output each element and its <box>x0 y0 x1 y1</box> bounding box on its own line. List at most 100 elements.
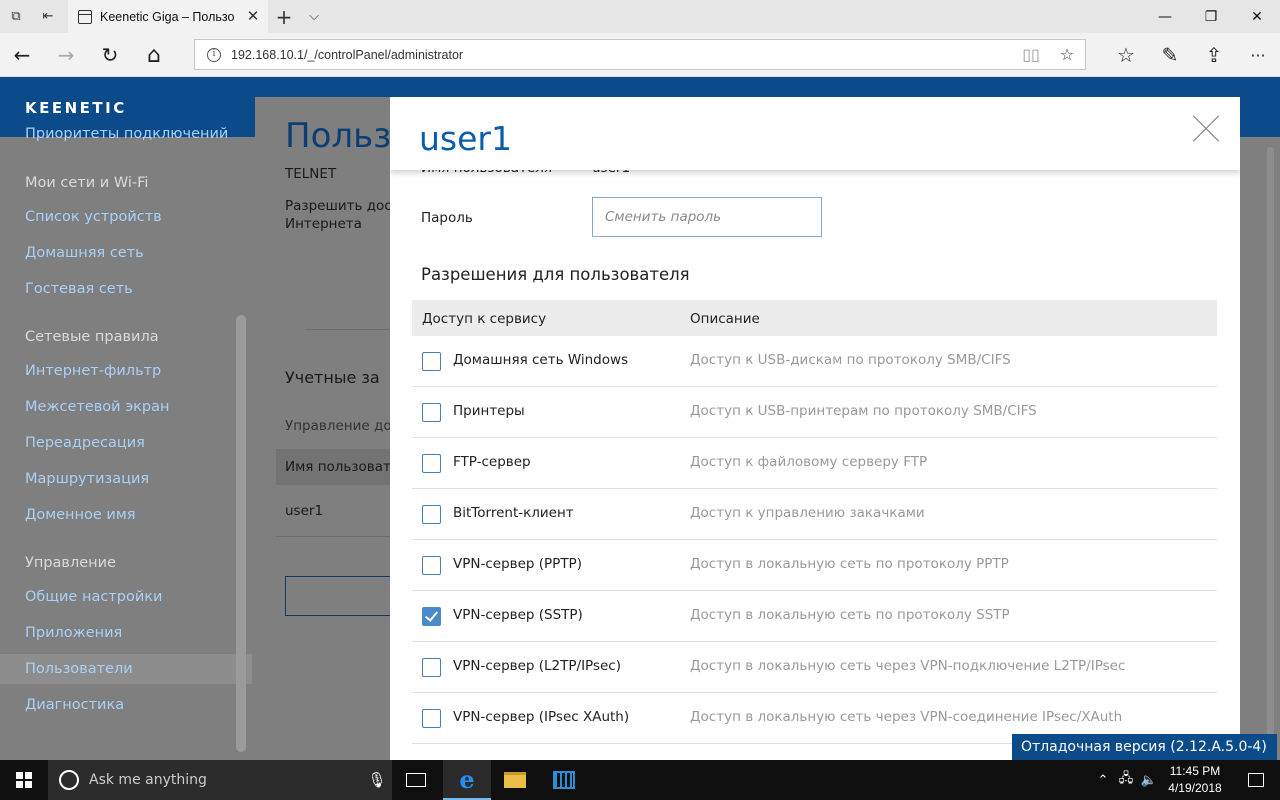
browser-tab-active[interactable]: Keenetic Giga – Пользо ✕ <box>68 0 268 33</box>
background-col-username: Имя пользоват <box>285 459 391 475</box>
service-name: Домашняя сеть Windows <box>453 352 629 368</box>
service-name: FTP-сервер <box>453 454 531 470</box>
taskbar-edge-app[interactable]: e <box>443 760 491 800</box>
permissions-table-header: Доступ к сервису Описание <box>412 300 1217 336</box>
favorites-hub-icon[interactable]: ☆ <box>1104 33 1148 77</box>
action-center-button[interactable] <box>1236 760 1276 800</box>
volume-icon[interactable]: 🔈 <box>1138 760 1160 800</box>
service-description: Доступ к файловому серверу FTP <box>690 454 928 470</box>
sidebar-item-internet-filter[interactable]: Интернет-фильтр <box>25 363 161 379</box>
sidebar-item-applications[interactable]: Приложения <box>25 625 122 641</box>
browser-tab-bar: ⧉ ⇤ Keenetic Giga – Пользо ✕ + ⌵ — ❐ ✕ <box>0 0 1280 33</box>
debug-version-badge: Отладочная версия (2.12.A.5.0-4) <box>1012 734 1277 760</box>
terminal-app-icon <box>553 771 575 789</box>
sidebar-item-general-settings[interactable]: Общие настройки <box>25 589 162 605</box>
modal-header: user1 <box>390 97 1240 170</box>
service-description: Доступ к управлению закачками <box>690 505 925 521</box>
tab-list-chevron-icon[interactable]: ⌵ <box>298 0 330 33</box>
network-icon[interactable]: 🖧 <box>1114 760 1138 800</box>
tab-preview-icon[interactable]: ⧉ <box>0 0 32 33</box>
keenetic-logo[interactable]: KEENETIC <box>25 99 127 117</box>
sidebar-item-home-network[interactable]: Домашняя сеть <box>25 245 144 261</box>
task-view-icon <box>406 773 426 787</box>
web-note-pen-icon[interactable]: ✎ <box>1148 33 1192 77</box>
microphone-icon[interactable]: 🎙 <box>362 771 392 789</box>
col-description-header: Описание <box>690 311 760 327</box>
tab-close-icon[interactable]: ✕ <box>244 7 262 25</box>
sidebar-item-domain-name[interactable]: Доменное имя <box>25 507 136 523</box>
tab-title: Keenetic Giga – Пользо <box>100 9 235 24</box>
task-view-button[interactable] <box>392 760 440 800</box>
user-edit-modal: user1 Имя пользователя user1 Пароль Разр… <box>390 97 1240 760</box>
sidebar-item-diagnostics[interactable]: Диагностика <box>25 697 124 713</box>
close-icon[interactable] <box>1192 115 1220 143</box>
permission-checkbox[interactable] <box>422 403 441 422</box>
page-scrollbar[interactable] <box>1267 147 1274 737</box>
browser-nav-bar: ← → ↻ ⌂ i 192.168.10.1/_/controlPanel/ad… <box>0 33 1280 77</box>
windows-logo-icon <box>16 772 32 788</box>
new-tab-button[interactable]: + <box>268 0 300 33</box>
sidebar-item-users[interactable]: Пользователи <box>25 661 133 677</box>
site-info-icon[interactable]: i <box>207 47 221 62</box>
service-name: VPN-сервер (IPsec XAuth) <box>453 709 630 725</box>
set-aside-tabs-icon[interactable]: ⇤ <box>32 0 64 33</box>
sidebar-section-network-rules: Сетевые правила <box>25 329 159 345</box>
permission-checkbox[interactable] <box>422 556 441 575</box>
sidebar-item-firewall[interactable]: Межсетевой экран <box>25 399 170 415</box>
page-favicon-icon <box>78 9 92 24</box>
table-row: Домашняя сеть Windows Доступ к USB-диска… <box>412 336 1217 387</box>
sidebar-item-guest-network[interactable]: Гостевая сеть <box>25 281 133 297</box>
clock-date: 4/19/2018 <box>1168 781 1222 795</box>
service-description: Доступ в локальную сеть через VPN-подклю… <box>690 658 1126 674</box>
maximize-button[interactable]: ❐ <box>1188 0 1234 33</box>
back-button[interactable]: ← <box>0 33 44 77</box>
background-add-user-button <box>285 576 395 616</box>
table-row: FTP-сервер Доступ к файловому серверу FT… <box>412 438 1217 489</box>
add-favorite-star-icon[interactable]: ☆ <box>1049 40 1085 69</box>
table-row: VPN-сервер (SSTP) Доступ в локальную сет… <box>412 591 1217 642</box>
search-placeholder: Ask me anything <box>89 772 207 788</box>
table-row: Принтеры Доступ к USB-принтерам по прото… <box>412 387 1217 438</box>
service-description: Доступ в локальную сеть по протоколу PPT… <box>690 556 1009 572</box>
forward-button[interactable]: → <box>44 33 88 77</box>
clock-time: 11:45 PM <box>1169 764 1221 778</box>
cortana-search-box[interactable]: Ask me anything 🎙 <box>48 760 392 800</box>
taskbar-clock[interactable]: 11:45 PM 4/19/2018 <box>1160 763 1230 797</box>
permission-checkbox[interactable] <box>422 505 441 524</box>
col-service-header: Доступ к сервису <box>422 311 547 327</box>
background-accounts-heading: Учетные за <box>285 368 380 387</box>
service-name: VPN-сервер (SSTP) <box>453 607 583 623</box>
sidebar-item-port-forwarding[interactable]: Переадресация <box>25 435 145 451</box>
sidebar-item-device-list[interactable]: Список устройств <box>25 209 162 225</box>
permission-checkbox[interactable] <box>422 658 441 677</box>
taskbar-app-3[interactable] <box>540 760 588 800</box>
permission-checkbox[interactable] <box>422 709 441 728</box>
windows-taskbar: Ask me anything 🎙 e ⌃ 🖧 🔈 11:45 PM 4/19/… <box>0 760 1280 800</box>
permission-checkbox[interactable] <box>422 454 441 473</box>
background-allow-label-2: Интернета <box>285 216 362 232</box>
table-row: VPN-сервер (L2TP/IPsec) Доступ в локальн… <box>412 642 1217 693</box>
taskbar-file-explorer[interactable] <box>491 760 539 800</box>
password-input[interactable] <box>592 197 822 237</box>
tray-chevron-icon[interactable]: ⌃ <box>1092 760 1114 800</box>
close-window-button[interactable]: ✕ <box>1234 0 1280 33</box>
start-button[interactable] <box>0 760 48 800</box>
background-user-row: user1 <box>285 503 324 519</box>
minimize-button[interactable]: — <box>1142 0 1188 33</box>
sidebar-section-management: Управление <box>25 555 116 571</box>
url-text[interactable]: 192.168.10.1/_/controlPanel/administrato… <box>231 48 1013 62</box>
table-row: BitTorrent-клиент Доступ к управлению за… <box>412 489 1217 540</box>
address-bar[interactable]: i 192.168.10.1/_/controlPanel/administra… <box>194 39 1086 70</box>
more-menu-icon[interactable]: ··· <box>1236 33 1280 77</box>
sidebar-item-connection-priorities[interactable]: Приоритеты подключений <box>25 126 228 142</box>
home-button[interactable]: ⌂ <box>132 33 176 77</box>
share-icon[interactable]: ⇪ <box>1192 33 1236 77</box>
sidebar-scrollbar[interactable] <box>236 315 246 752</box>
refresh-button[interactable]: ↻ <box>88 33 132 77</box>
permission-checkbox[interactable] <box>422 352 441 371</box>
service-name: VPN-сервер (L2TP/IPsec) <box>453 658 621 674</box>
permission-checkbox-checked[interactable] <box>422 607 441 626</box>
table-row: VPN-сервер (PPTP) Доступ в локальную сет… <box>412 540 1217 591</box>
sidebar-item-routing[interactable]: Маршрутизация <box>25 471 149 487</box>
reading-view-icon[interactable]: ▯▯ <box>1013 40 1049 69</box>
